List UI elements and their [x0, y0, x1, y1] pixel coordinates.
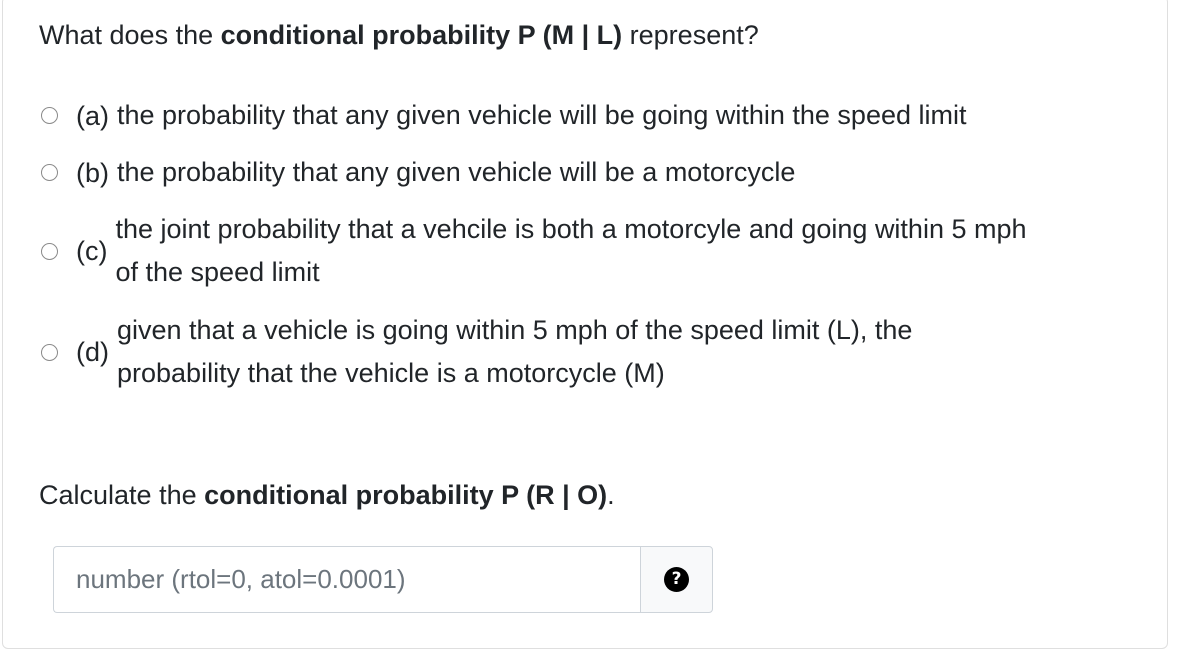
option-c-text: the joint probability that a vehcile is …	[115, 208, 1026, 294]
option-c[interactable]: (c) the joint probability that a vehcile…	[41, 208, 1027, 294]
option-a-text: the probability that any given vehicle w…	[117, 100, 967, 130]
option-d-text-line-2: probability that the vehicle is a motorc…	[117, 358, 665, 388]
answer-input-group: ?	[53, 546, 713, 613]
option-c-text-line-2: of the speed limit	[115, 257, 320, 287]
option-d-letter: (d)	[76, 337, 109, 367]
option-b-radio[interactable]	[41, 164, 58, 181]
question-1-text: What does the conditional probability P …	[39, 18, 759, 52]
option-d[interactable]: (d) given that a vehicle is going within…	[41, 309, 912, 395]
question-circle-icon: ?	[664, 567, 689, 592]
question-1-bold-term: conditional probability P (M | L)	[220, 20, 623, 50]
question-2-text: Calculate the conditional probability P …	[39, 478, 615, 512]
option-d-text-line-1: given that a vehicle is going within 5 m…	[117, 315, 913, 345]
question-1-suffix: represent?	[622, 20, 759, 50]
answer-number-input[interactable]	[53, 546, 640, 613]
option-b-letter: (b)	[76, 157, 109, 188]
option-c-radio[interactable]	[41, 242, 58, 260]
option-b-text: the probability that any given vehicle w…	[117, 157, 796, 187]
question-1-prefix: What does the	[39, 20, 221, 50]
help-button[interactable]: ?	[640, 546, 713, 613]
question-2-suffix: .	[607, 480, 615, 510]
option-c-letter: (c)	[76, 236, 108, 266]
option-a[interactable]: (a) the probability that any given vehic…	[41, 94, 967, 137]
question-2-prefix: Calculate the	[39, 480, 205, 510]
option-b[interactable]: (b) the probability that any given vehic…	[41, 151, 795, 194]
option-c-text-line-1: the joint probability that a vehcile is …	[115, 214, 1027, 244]
option-d-text: given that a vehicle is going within 5 m…	[117, 309, 912, 395]
option-a-radio[interactable]	[41, 107, 58, 124]
option-d-radio[interactable]	[41, 343, 58, 361]
question-2-bold-term: conditional probability P (R | O)	[204, 480, 608, 510]
option-a-letter: (a)	[76, 100, 109, 131]
